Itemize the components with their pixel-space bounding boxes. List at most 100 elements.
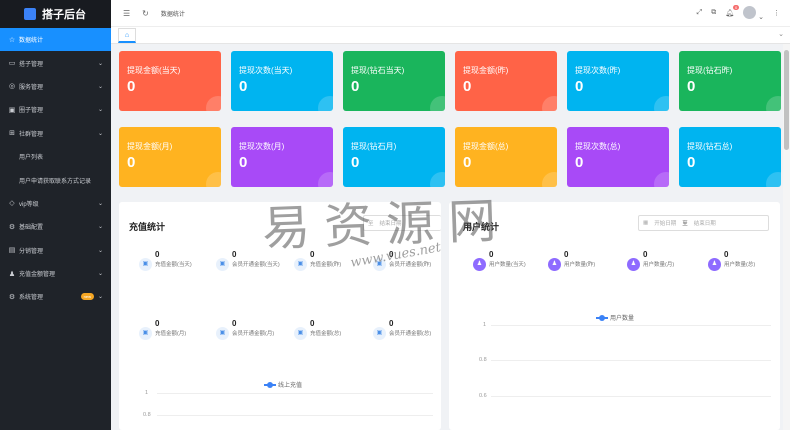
wallet-icon: ▣ [294,258,307,271]
date-separator: 至 [682,221,688,227]
logo-icon [24,8,36,20]
user-icon: ♟ [627,258,640,271]
menu-collapse-icon[interactable]: ☰ [123,9,130,18]
card-value: 0 [687,78,696,95]
fullscreen-icon[interactable]: ⤢ [697,9,703,17]
sidebar-item[interactable]: ⊞ 社群管理 ⌄ [0,122,111,145]
user-icon: ♟ [708,258,721,271]
stat-label: 用户数量(总) [724,262,756,268]
app-logo[interactable]: 搭子后台 [0,0,111,28]
sidebar-item[interactable]: ♟ 充值金额管理 ⌄ [0,262,111,285]
card-value: 0 [575,154,584,171]
stat-card: 提现次数(总) 0 [567,127,669,187]
more-icon[interactable]: ⋮ [773,9,780,17]
stat-label: 用户数量(月) [643,262,675,268]
sidebar-item[interactable]: ▣ 圈子管理 ⌄ [0,98,111,121]
card-value: 0 [127,78,136,95]
sidebar: 搭子后台 ☆ 数据统计 ▭ 搭子管理 ⌄ ◎ 服务管理 ⌄ ▣ 圈子管理 ⌄ ⊞ 社群管理 ⌄ 用户列表 用户… [0,0,111,430]
user-legend-label: 用户数量 [610,316,635,322]
translate-icon[interactable]: ⧉ [711,9,716,17]
stat-value: 0 [564,250,569,259]
menu-icon: ⚙ [8,223,16,231]
chevron-down-icon: ⌄ [97,294,103,301]
stat-card: 提现金额(当天) 0 [119,51,221,111]
menu-icon: ▤ [8,247,16,255]
user-menu[interactable]: ⌄ [743,5,764,21]
tab-bar: ⌂ ⌄ [111,27,790,44]
card-value: 0 [239,154,248,171]
sidebar-item-label: 系统管理 [19,295,44,302]
sidebar-item-label: 圈子管理 [19,108,44,115]
watermark: 易资源网 [261,192,512,258]
sidebar-item[interactable]: ◎ 服务管理 ⌄ [0,75,111,98]
stat-label: 充值金额(当天) [155,262,192,268]
gridline [491,325,771,326]
card-label: 提现金额(当天) [127,66,181,75]
y-tick: 0.8 [143,412,151,418]
stat-value: 0 [643,250,648,259]
menu-icon: ♟ [8,270,16,278]
card-value: 0 [463,154,472,171]
wallet-icon: ▣ [139,327,152,340]
sidebar-item[interactable]: ◇ vip等级 ⌄ [0,192,111,215]
sidebar-item[interactable]: ☆ 数据统计 [0,28,111,52]
breadcrumb: 数据统计 [160,11,185,18]
user-legend[interactable]: 用户数量 [596,313,634,322]
scrollbar-thumb[interactable] [784,50,789,150]
sidebar-menu: ☆ 数据统计 ▭ 搭子管理 ⌄ ◎ 服务管理 ⌄ ▣ 圈子管理 ⌄ ⊞ 社群管理 ⌄ 用户列表 用户申请获取联… [0,28,111,309]
sidebar-item-label: 用户列表 [19,155,44,162]
sidebar-item[interactable]: ⚙ 系统管理 new ⌄ [0,285,111,308]
card-value: 0 [239,78,248,95]
user-icon: ♟ [548,258,561,271]
card-decoration [430,96,445,111]
gridline [157,415,433,416]
card-label: 提现次数(当天) [239,66,293,75]
new-badge: new [80,293,94,301]
sidebar-item[interactable]: ▭ 搭子管理 ⌄ [0,51,111,74]
user-stat: ♟ 0 用户数量(当天) [473,250,548,284]
stat-value: 0 [155,250,160,259]
user-start-date: 开始日期 [654,221,677,227]
stat-label: 用户数量(昨) [564,262,596,268]
sidebar-item[interactable]: ⚙ 基础配置 ⌄ [0,215,111,238]
sidebar-item[interactable]: ▤ 分销管理 ⌄ [0,239,111,262]
chevron-down-icon: ⌄ [97,107,103,114]
page-scrollbar[interactable] [783,44,790,430]
tabs-dropdown-icon[interactable]: ⌄ [778,30,784,38]
stat-label: 会员开通金额(当天) [232,262,280,268]
gridline [491,396,771,397]
recharge-legend[interactable]: 线上充值 [264,380,302,389]
refresh-icon[interactable]: ↻ [142,9,149,18]
user-stat: ♟ 0 用户数量(昨) [548,250,623,284]
sidebar-item[interactable]: 用户申请获取联系方式记录 [0,168,111,191]
wallet-icon: ▣ [216,258,229,271]
card-label: 提现(钻石昨) [687,66,733,75]
legend-marker [264,381,276,388]
stat-card: 提现(钻石总) 0 [679,127,781,187]
menu-icon: ⊞ [9,130,15,138]
chevron-down-icon: ⌄ [97,130,103,137]
stat-card: 提现次数(当天) 0 [231,51,333,111]
recharge-stat: ▣ 0 充值金额(月) [139,319,214,353]
card-decoration [766,96,781,111]
stat-card: 提现(钻石月) 0 [343,127,445,187]
card-label: 提现(钻石月) [351,142,397,151]
tab-home[interactable]: ⌂ [118,28,136,43]
user-icon: ♟ [473,258,486,271]
card-label: 提现(钻石总) [687,142,733,151]
recharge-stat: ▣ 0 会员开通金额(总) [373,319,448,353]
stat-value: 0 [232,250,237,259]
user-date-range[interactable]: ▦ 开始日期 至 结束日期 [638,215,769,231]
wallet-icon: ▣ [294,327,307,340]
chevron-down-icon: ⌄ [97,60,103,67]
user-stat: ♟ 0 用户数量(总) [708,250,783,284]
notification-bell[interactable]: 🔔︎ 0 [725,5,740,17]
chevron-down-icon: ⌄ [97,83,103,90]
sidebar-item[interactable]: 用户列表 [0,145,111,168]
card-label: 提现金额(昨) [463,66,509,75]
sidebar-item-label: 基础配置 [19,225,44,232]
card-label: 提现金额(总) [463,142,509,151]
card-decoration [542,96,557,111]
card-decoration [542,172,557,187]
stat-label: 充值金额(月) [155,331,187,337]
